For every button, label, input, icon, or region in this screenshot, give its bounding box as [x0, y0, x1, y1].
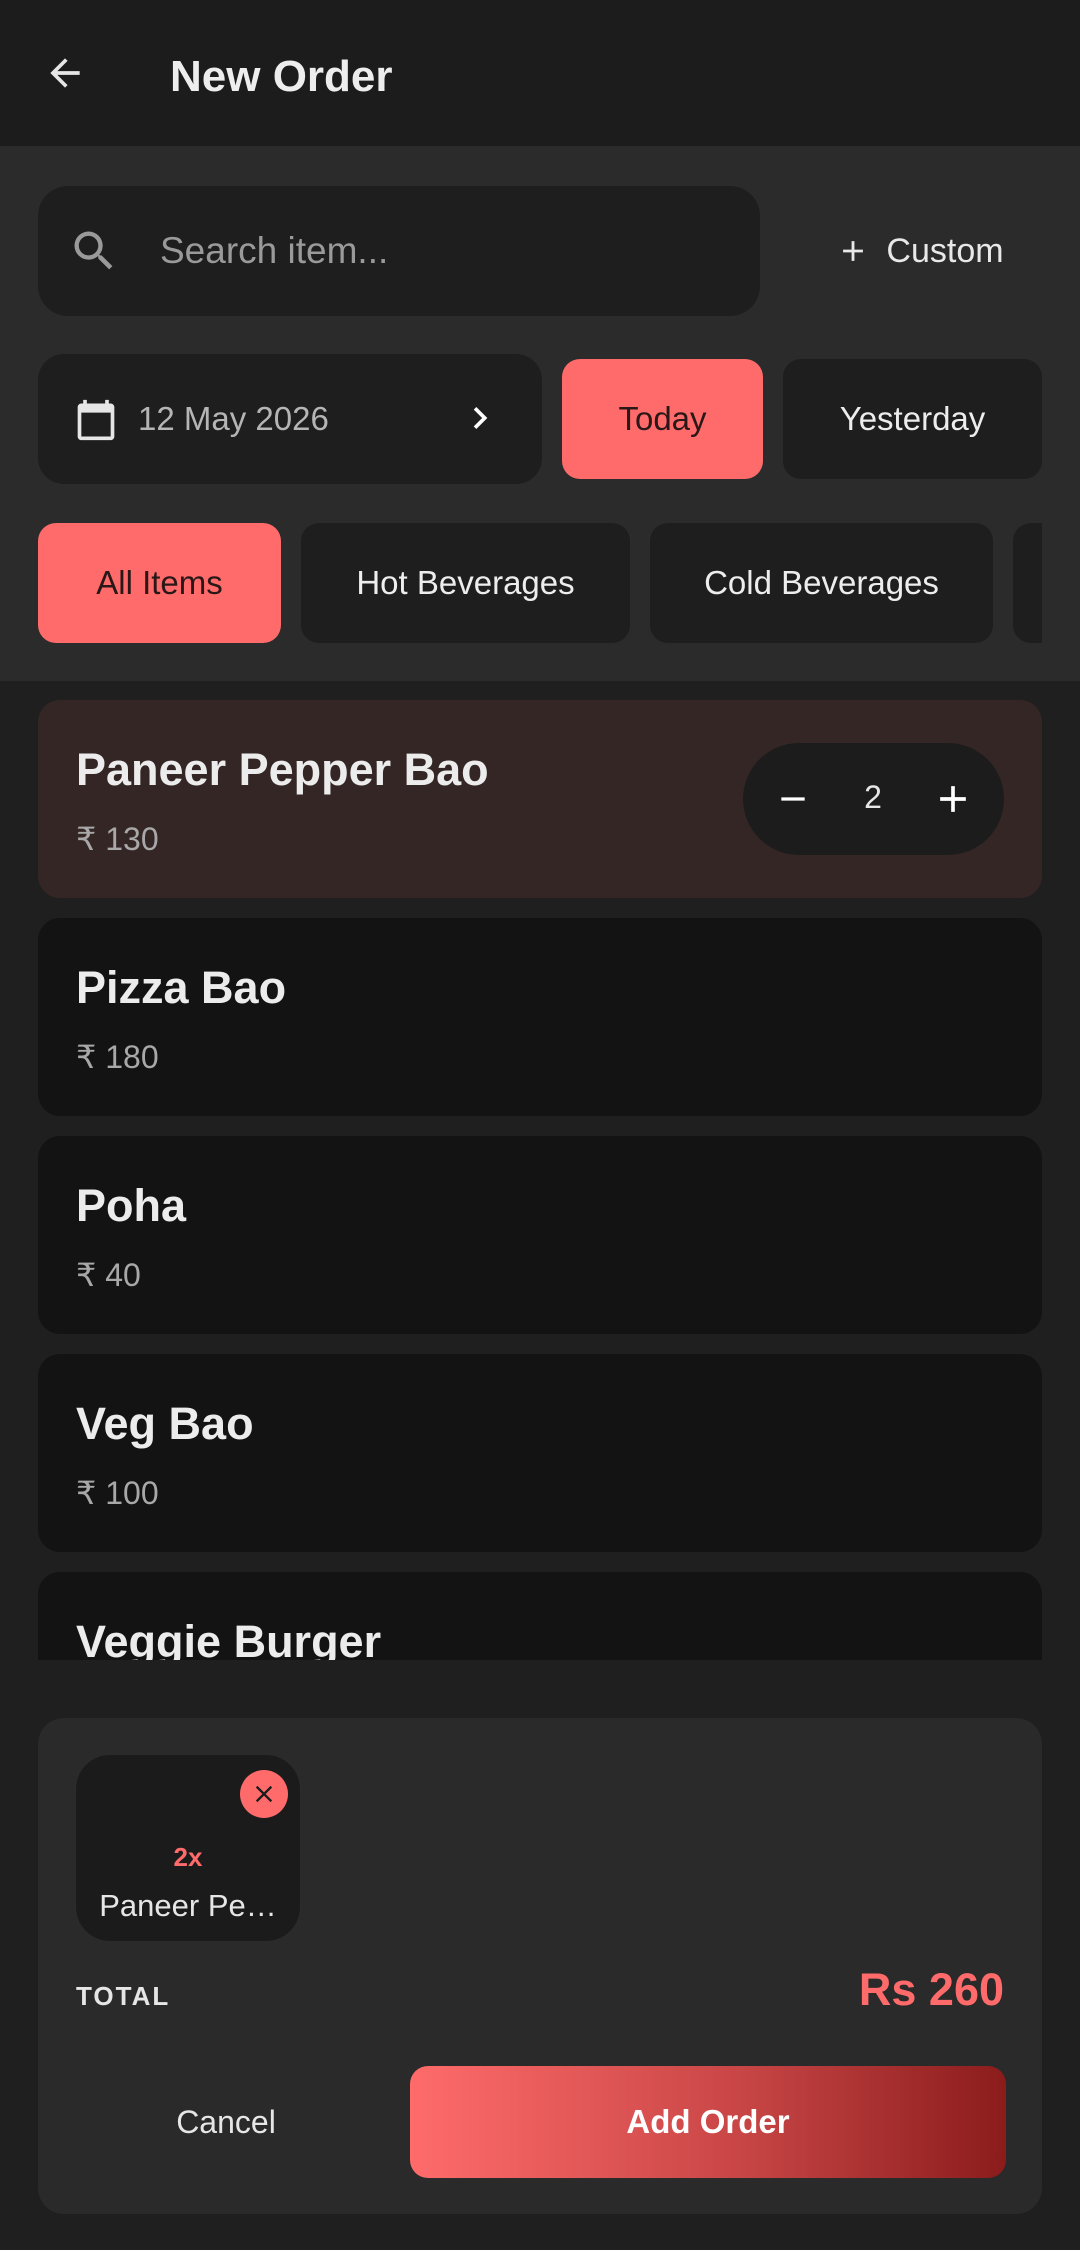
- quantity-stepper: 2: [743, 743, 1004, 855]
- category-next-partial[interactable]: [1013, 523, 1042, 643]
- cancel-button[interactable]: Cancel: [76, 2066, 376, 2178]
- minus-icon: [781, 797, 805, 801]
- app-bar: New Order: [0, 0, 1080, 146]
- increment-button[interactable]: [925, 771, 981, 827]
- total-value: Rs 260: [858, 1964, 1004, 2015]
- item-name: Pizza Bao: [76, 962, 287, 1013]
- item-list[interactable]: Paneer Pepper Bao ₹ 130 2 Pizza Bao ₹ 18…: [0, 681, 1080, 1660]
- list-item[interactable]: Veg Bao ₹ 100: [38, 1354, 1042, 1552]
- list-item[interactable]: Veggie Burger: [38, 1572, 1042, 1660]
- item-name: Paneer Pepper Bao: [76, 744, 489, 795]
- category-hot-beverages[interactable]: Hot Beverages: [301, 523, 630, 643]
- list-item[interactable]: Paneer Pepper Bao ₹ 130 2: [38, 700, 1042, 898]
- plus-icon: [843, 241, 864, 261]
- chevron-right-icon: [473, 407, 488, 429]
- calendar-icon: [77, 399, 115, 441]
- item-name: Poha: [76, 1180, 187, 1231]
- item-price: ₹ 100: [76, 1475, 159, 1511]
- search-icon: [74, 231, 113, 270]
- search-box[interactable]: [38, 186, 760, 316]
- date-picker[interactable]: 12 May 2026: [38, 354, 542, 484]
- item-name: Veg Bao: [76, 1398, 254, 1449]
- decrement-button[interactable]: [765, 771, 821, 827]
- item-price: ₹ 180: [76, 1039, 159, 1075]
- cart-item-chip[interactable]: 2x Paneer Pe…: [76, 1755, 300, 1941]
- page-title: New Order: [170, 52, 393, 101]
- item-price: ₹ 130: [76, 821, 159, 857]
- search-input[interactable]: [160, 186, 720, 316]
- filter-panel: Custom 12 May 2026 Today Yesterday All I…: [0, 146, 1080, 681]
- arrow-left-icon: [50, 58, 80, 88]
- close-icon: [255, 1785, 273, 1803]
- category-cold-beverages[interactable]: Cold Beverages: [650, 523, 993, 643]
- item-price: ₹ 40: [76, 1257, 141, 1293]
- add-order-button[interactable]: Add Order: [410, 2066, 1006, 2178]
- custom-item-button[interactable]: Custom: [820, 206, 1020, 296]
- item-name: Veggie Burger: [76, 1616, 382, 1660]
- order-summary: 2x Paneer Pe… TOTAL Rs 260 Cancel Add Or…: [38, 1718, 1042, 2214]
- today-button[interactable]: Today: [562, 359, 763, 479]
- list-item[interactable]: Pizza Bao ₹ 180: [38, 918, 1042, 1116]
- category-all-items[interactable]: All Items: [38, 523, 281, 643]
- total-label: TOTAL: [76, 1981, 171, 2011]
- yesterday-button[interactable]: Yesterday: [783, 359, 1042, 479]
- cart-item-qty: 2x: [173, 1842, 203, 1872]
- custom-item-label: Custom: [886, 231, 1004, 270]
- list-item[interactable]: Poha ₹ 40: [38, 1136, 1042, 1334]
- remove-item-button[interactable]: [240, 1770, 288, 1818]
- date-value: 12 May 2026: [138, 400, 329, 437]
- back-button[interactable]: [30, 38, 100, 108]
- quantity-value: 2: [864, 779, 882, 815]
- cart-item-name: Paneer Pe…: [99, 1888, 277, 1923]
- plus-icon: [940, 786, 966, 812]
